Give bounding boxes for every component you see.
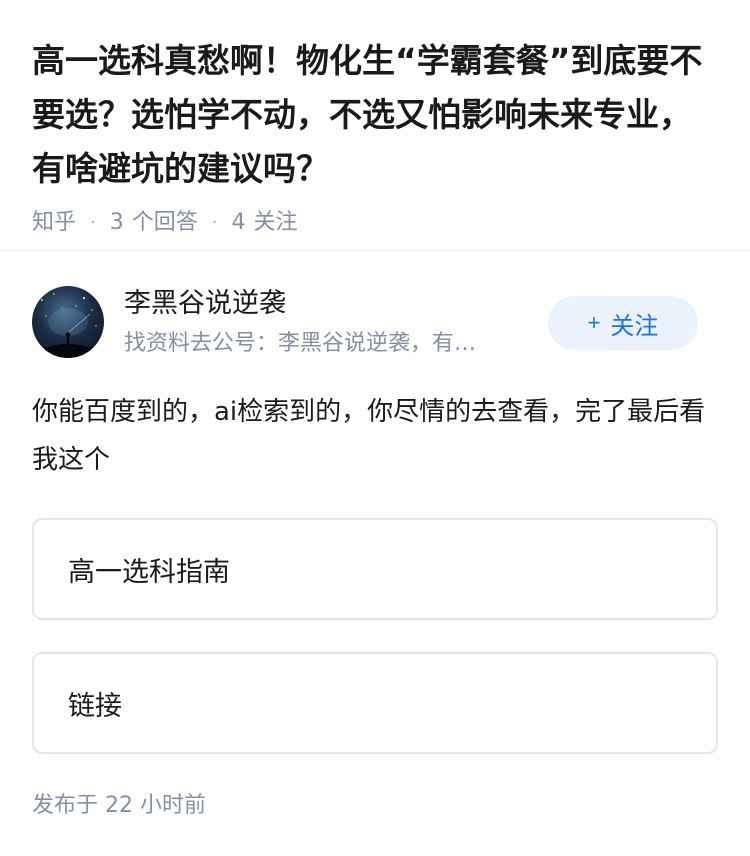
answer-content: 你能百度到的，ai检索到的，你尽情的去查看，完了最后看我这个 xyxy=(32,397,706,475)
answers-count: 3 xyxy=(109,210,124,235)
source-label[interactable]: 知乎 xyxy=(32,208,76,238)
link-card-guide[interactable]: 高一选科指南 xyxy=(32,518,718,620)
author-bio: 找资料去公号：李黑谷说逆袭，有… xyxy=(124,331,477,356)
author-name[interactable]: 李黑谷说逆袭 xyxy=(124,286,286,322)
question-meta: 知乎 · 3 个回答 · 4 关注 xyxy=(32,208,722,238)
separator-dot: · xyxy=(90,212,96,233)
question-header: 高一选科真愁啊！物化生“学霸套餐”到底要不要选？选怕学不动，不选又怕影响未来专业… xyxy=(32,34,722,238)
plus-icon: + xyxy=(587,310,601,335)
answers-label[interactable]: 个回答 xyxy=(132,208,198,238)
avatar[interactable] xyxy=(32,286,104,358)
link-card-label: 高一选科指南 xyxy=(68,556,230,588)
link-card-label: 链接 xyxy=(68,690,122,722)
followers-label[interactable]: 关注 xyxy=(254,208,298,238)
follow-button[interactable]: + 关注 xyxy=(548,296,698,350)
question-title[interactable]: 高一选科真愁啊！物化生“学霸套餐”到底要不要选？选怕学不动，不选又怕影响未来专业… xyxy=(32,34,722,196)
author-row: 李黑谷说逆袭 找资料去公号：李黑谷说逆袭，有… + 关注 xyxy=(32,286,718,362)
section-divider xyxy=(0,250,750,251)
link-card-link[interactable]: 链接 xyxy=(32,652,718,754)
starry-night-avatar-icon xyxy=(41,293,97,358)
follow-label: 关注 xyxy=(610,312,659,340)
followers-count: 4 xyxy=(231,210,246,235)
publish-time: 发布于 22 小时前 xyxy=(32,793,206,818)
separator-dot: · xyxy=(211,212,218,233)
